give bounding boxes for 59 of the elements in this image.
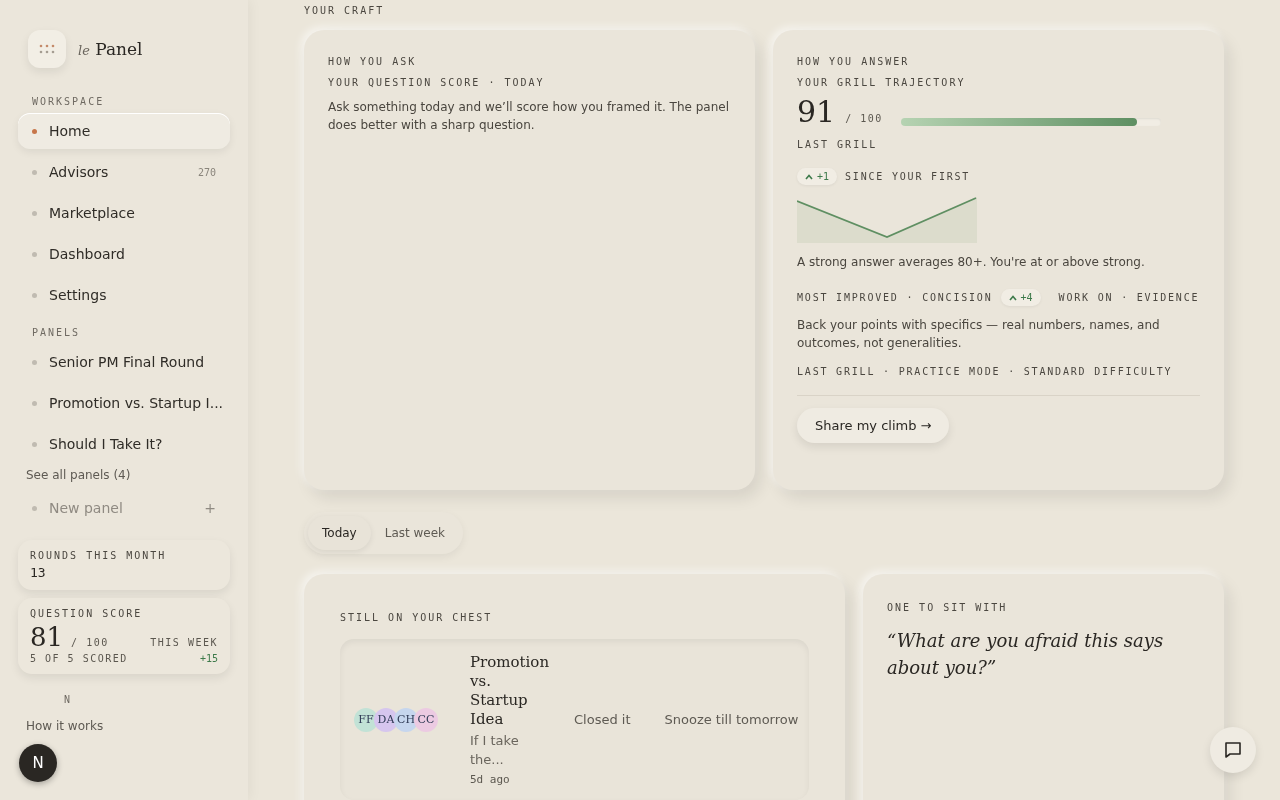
period-tab[interactable]: Last week [370,516,460,550]
sidebar-item[interactable]: Home [18,113,230,149]
sidebar-item[interactable]: Senior PM Final Round [18,344,230,380]
advisor-avatar: DA [374,707,398,732]
sidebar-section-label: N [64,694,73,705]
snooze-button[interactable]: Snooze till tomorrow [658,711,805,728]
reflection-quote: “What are you afraid this says about you?” [887,629,1165,680]
score-delta: +15 [199,653,218,664]
score-value: 91 [797,94,836,129]
chat-button[interactable] [1210,727,1256,773]
sidebar-section-label: PANELS [32,327,82,338]
stat-value: 13 [30,565,47,580]
sidebar-item[interactable]: Marketplace [18,195,230,231]
card-title: YOUR GRILL TRAJECTORY [797,77,967,88]
user-avatar[interactable]: N [19,744,57,782]
chat-icon [1224,741,1242,759]
sidebar-item[interactable]: Settings [18,277,230,313]
close-button[interactable]: Closed it [568,711,637,728]
up-caret-icon [1008,294,1017,301]
card-eyebrow: HOW YOU ANSWER [797,56,911,67]
panel-age: 5d ago [470,773,511,786]
score-max: / 100 [845,113,883,124]
most-improved-label: MOST IMPROVED · CONCISION [797,292,993,303]
see-all-link[interactable]: See all panels (4) [26,468,230,482]
scored-count: 5 OF 5 SCORED [30,653,128,664]
advisor-avatar: FF [354,707,378,732]
share-button[interactable]: Share my climb → [797,408,950,443]
advice-text: Back your points with specifics — real numbers, names, and outcomes, not generalities. [797,317,1161,352]
advisor-avatar: CC [414,707,438,732]
sidebar-item[interactable]: Should I Take It? [18,426,230,462]
sidebar-section-label: WORKSPACE [32,96,106,107]
score-value: 81 [30,623,64,651]
section-title: YOUR CRAFT [304,5,386,16]
card-description: Ask something today and we’ll score how you framed it. The panel does better with a sharp question. [328,99,730,134]
stat-label: ROUNDS THIS MONTH [30,550,168,561]
period-label: THIS WEEK [150,637,218,648]
score-max: / 100 [71,637,109,648]
card-title: YOUR QUESTION SCORE · TODAY [328,77,546,88]
stat-label: QUESTION SCORE [30,608,144,619]
strength-note: A strong answer averages 80+. You're at or above strong. [797,254,1146,271]
sidebar-item[interactable]: Dashboard [18,236,230,272]
work-on-label: WORK ON · EVIDENCE [1058,292,1200,303]
advisor-avatar: CH [394,707,418,732]
period-tab[interactable]: Today [308,516,371,550]
brand-name: le Panel [78,39,143,59]
card-eyebrow: HOW YOU ASK [328,56,418,67]
sidebar-item[interactable]: Advisors 270 [18,154,230,190]
how-it-works-link[interactable]: How it works [26,719,230,733]
sidebar-item[interactable]: Promotion vs. Startup I... [18,385,230,421]
card-eyebrow: ONE TO SIT WITH [887,602,1009,613]
delta-label: SINCE YOUR FIRST [845,171,971,182]
panel-preview: If I take the... [470,732,520,769]
grill-meta: LAST GRILL · PRACTICE MODE · STANDARD DIFFICULTY [797,366,1174,377]
delta-badge: +4 [1000,289,1041,306]
delta-badge: +1 [797,168,838,185]
up-caret-icon [805,173,813,180]
score-label: LAST GRILL [797,139,879,150]
panel-item-card[interactable]: FF DA CH CC Promotion vs. Startup Idea If I take the... 5d ago Closed it Snooze till tomorrow [340,639,810,800]
card-eyebrow: STILL ON YOUR CHEST [340,612,494,623]
